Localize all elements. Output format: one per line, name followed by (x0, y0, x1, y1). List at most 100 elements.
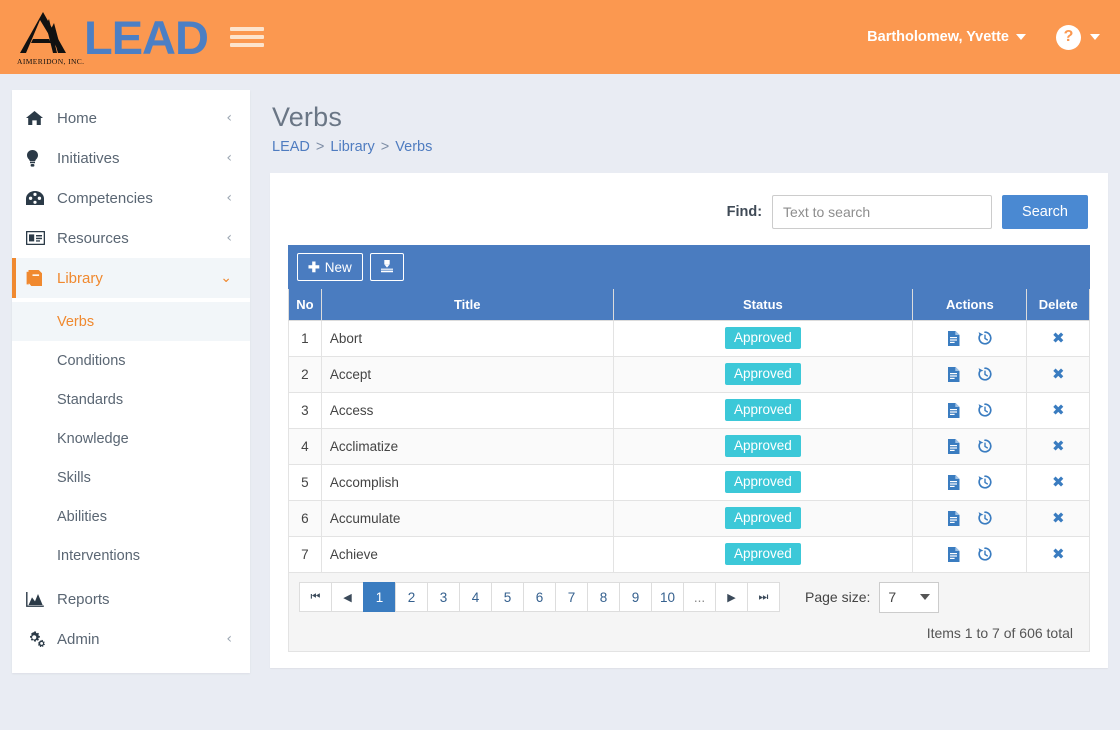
help-icon: ? (1056, 24, 1081, 50)
hamburger-icon[interactable] (229, 24, 264, 50)
pagination-page-7[interactable]: 7 (555, 582, 588, 612)
sidebar-subitem-skills[interactable]: Skills (12, 458, 250, 497)
pagination-page-8[interactable]: 8 (587, 582, 620, 612)
cell-status: Approved (612, 391, 914, 429)
sidebar-item-admin[interactable]: Admin ‹ (12, 619, 250, 659)
cell-no: 7 (288, 535, 322, 573)
status-badge: Approved (724, 542, 801, 566)
chevron-left-icon: ‹ (226, 631, 232, 647)
table-header-row: No Title Status Actions Delete (288, 289, 1090, 321)
pagination-prev[interactable]: ◀ (331, 582, 364, 612)
times-icon[interactable]: ✖ (1052, 473, 1065, 491)
triangle-logo-svg (20, 12, 66, 53)
history-icon[interactable] (978, 547, 992, 562)
file-text-icon[interactable] (947, 438, 960, 454)
cell-delete: ✖ (1026, 499, 1090, 537)
history-icon[interactable] (978, 367, 992, 382)
file-text-icon[interactable] (947, 510, 960, 526)
pagination-ellipsis[interactable]: ... (683, 582, 716, 612)
column-header-actions: Actions (912, 289, 1028, 321)
find-label: Find: (726, 204, 763, 220)
sidebar-subitem-verbs[interactable]: Verbs (12, 302, 250, 341)
cell-title: Achieve (320, 535, 614, 573)
file-text-icon[interactable] (947, 402, 960, 418)
cell-status: Approved (612, 499, 914, 537)
header-right-group: Bartholomew, Yvette ? (867, 24, 1120, 50)
sidebar-subitem-standards[interactable]: Standards (12, 380, 250, 419)
cell-title: Access (320, 391, 614, 429)
file-text-icon[interactable] (947, 330, 960, 346)
history-icon[interactable] (978, 331, 992, 346)
brand-logo[interactable]: AIMERIDON, INC. LEAD (16, 9, 209, 66)
cell-title: Abort (320, 319, 614, 357)
sidebar-subitem-abilities[interactable]: Abilities (12, 497, 250, 536)
sidebar-subitem-label: Skills (57, 469, 91, 486)
pagination-page-9[interactable]: 9 (619, 582, 652, 612)
sidebar-subitem-conditions[interactable]: Conditions (12, 341, 250, 380)
sidebar-item-resources[interactable]: Resources ‹ (12, 218, 250, 258)
column-header-no[interactable]: No (288, 289, 322, 321)
cell-actions (912, 499, 1028, 537)
times-icon[interactable]: ✖ (1052, 329, 1065, 347)
main-content: Verbs LEAD > Library > Verbs Find: Searc… (250, 88, 1120, 668)
pagination-last[interactable]: ⏭ (747, 582, 780, 612)
sidebar-item-reports[interactable]: Reports (12, 579, 250, 619)
pagination-page-1[interactable]: 1 (363, 582, 396, 612)
sidebar-subitem-interventions[interactable]: Interventions (12, 536, 250, 575)
content-card: Find: Search ✚ New No Title Status A (270, 173, 1108, 668)
times-icon[interactable]: ✖ (1052, 437, 1065, 455)
cell-no: 3 (288, 391, 322, 429)
chevron-down-icon (920, 594, 931, 600)
cell-title: Acclimatize (320, 427, 614, 465)
pagination-page-10[interactable]: 10 (651, 582, 684, 612)
search-button[interactable]: Search (1002, 195, 1088, 229)
page-size-select[interactable]: 7 (879, 581, 940, 613)
pagination-page-2[interactable]: 2 (395, 582, 428, 612)
pagination-page-6[interactable]: 6 (523, 582, 556, 612)
file-text-icon[interactable] (947, 546, 960, 562)
pagination-controls: ⏮ ◀ 1 2 3 4 5 6 7 8 9 10... ▶ ⏭ (299, 582, 780, 612)
pagination-page-5[interactable]: 5 (491, 582, 524, 612)
file-text-icon[interactable] (947, 366, 960, 382)
new-button[interactable]: ✚ New (297, 253, 363, 281)
company-name-text: AIMERIDON, INC. (17, 57, 85, 66)
help-menu[interactable]: ? (1056, 24, 1100, 50)
history-icon[interactable] (978, 511, 992, 526)
sidebar-subitem-knowledge[interactable]: Knowledge (12, 419, 250, 458)
breadcrumb-lead[interactable]: LEAD (272, 139, 310, 155)
table-row: 3 Access Approved ✖ (288, 391, 1090, 429)
pagination-next[interactable]: ▶ (715, 582, 748, 612)
file-text-icon[interactable] (947, 474, 960, 490)
top-header-bar: AIMERIDON, INC. LEAD Bartholomew, Yvette… (0, 0, 1120, 74)
cell-actions (912, 355, 1028, 393)
column-header-title[interactable]: Title (320, 289, 614, 321)
sidebar-item-competencies[interactable]: Competencies ‹ (12, 178, 250, 218)
search-input[interactable] (772, 195, 993, 229)
column-header-status[interactable]: Status (612, 289, 914, 321)
lightbulb-icon (26, 149, 52, 167)
dashboard-icon (26, 190, 52, 206)
times-icon[interactable]: ✖ (1052, 545, 1065, 563)
breadcrumb-library[interactable]: Library (330, 139, 374, 155)
sidebar-item-initiatives[interactable]: Initiatives ‹ (12, 138, 250, 178)
user-name-label: Bartholomew, Yvette (867, 29, 1009, 45)
breadcrumb-verbs[interactable]: Verbs (395, 139, 432, 155)
page-size-value: 7 (888, 589, 897, 605)
breadcrumb: LEAD > Library > Verbs (272, 139, 1120, 155)
pagination-page-4[interactable]: 4 (459, 582, 492, 612)
history-icon[interactable] (978, 439, 992, 454)
history-icon[interactable] (978, 403, 992, 418)
user-menu[interactable]: Bartholomew, Yvette (867, 29, 1026, 45)
history-icon[interactable] (978, 475, 992, 490)
times-icon[interactable]: ✖ (1052, 401, 1065, 419)
sidebar-item-home[interactable]: Home ‹ (12, 98, 250, 138)
export-button[interactable] (369, 253, 404, 281)
table-head: No Title Status Actions Delete (288, 289, 1090, 321)
column-header-delete: Delete (1026, 289, 1090, 321)
times-icon[interactable]: ✖ (1052, 509, 1065, 527)
sidebar-item-library[interactable]: Library ⌄ (12, 258, 250, 298)
pagination-page-3[interactable]: 3 (427, 582, 460, 612)
pagination-first[interactable]: ⏮ (299, 582, 332, 612)
chevron-left-icon: ‹ (226, 190, 232, 206)
times-icon[interactable]: ✖ (1052, 365, 1065, 383)
